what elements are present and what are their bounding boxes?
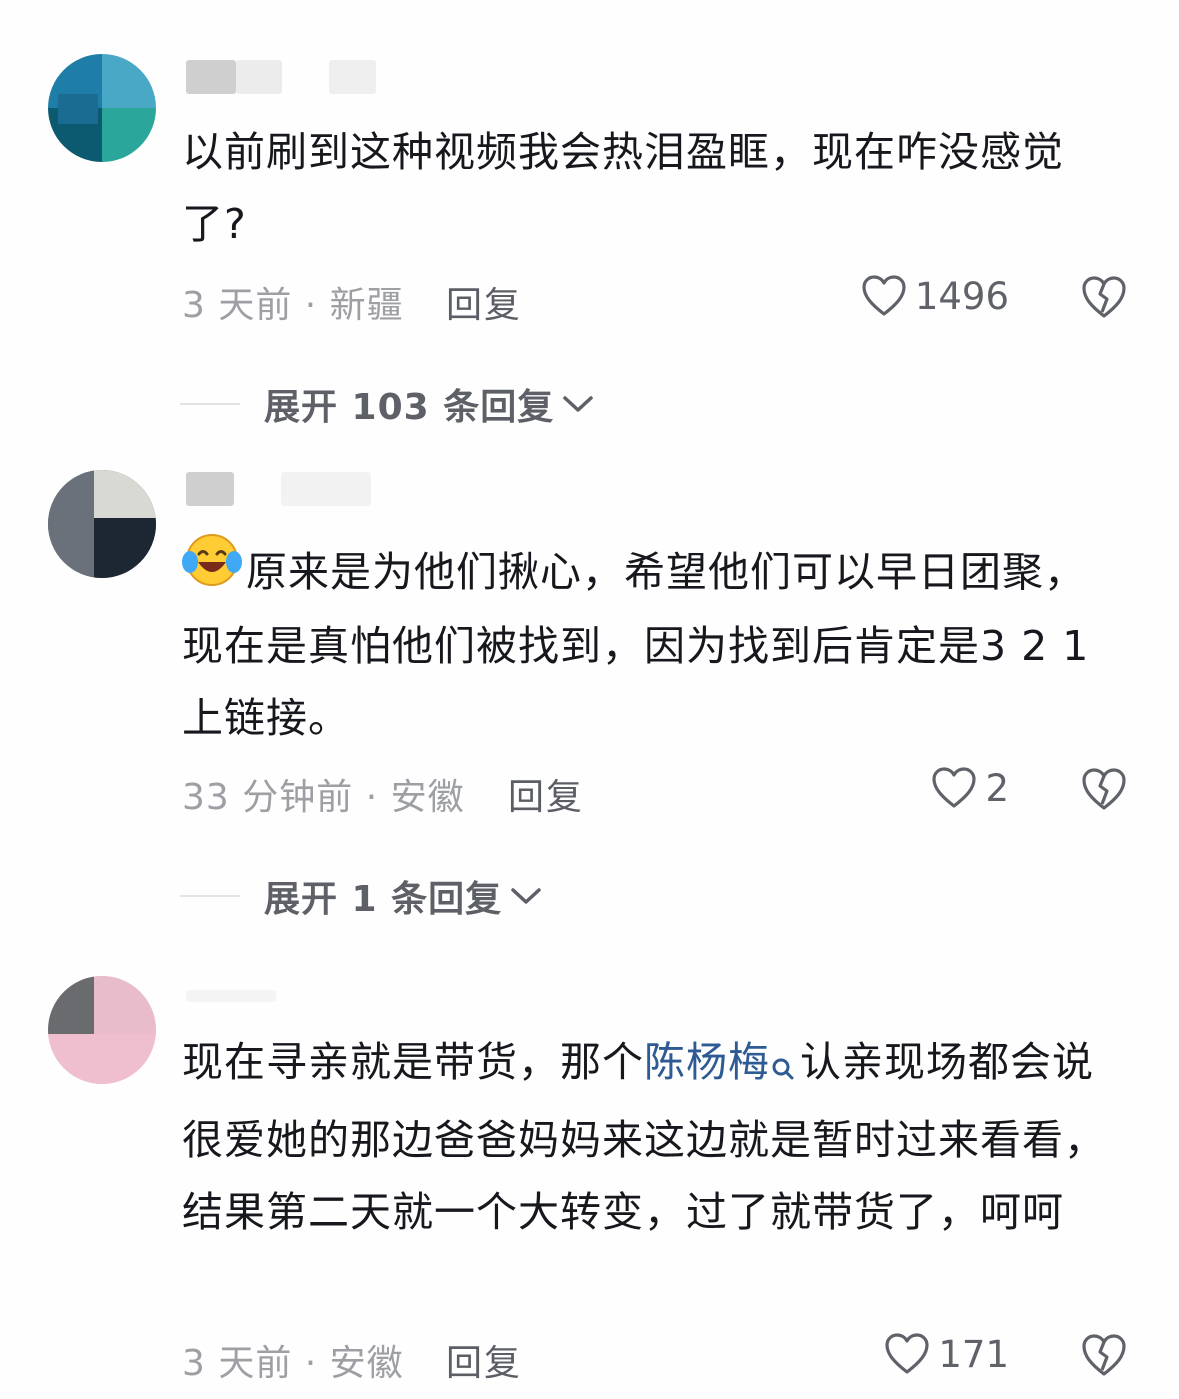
divider-line — [180, 895, 240, 897]
heart-icon — [862, 275, 906, 316]
avatar[interactable] — [48, 54, 156, 162]
search-icon[interactable] — [770, 1032, 796, 1104]
reply-button[interactable]: 回复 — [446, 276, 522, 328]
expand-replies-button[interactable]: 展开 103 条回复 — [180, 378, 594, 430]
like-count: 1496 — [914, 274, 1009, 318]
like-count: 2 — [985, 766, 1009, 810]
reply-button[interactable]: 回复 — [508, 768, 584, 820]
divider-line — [180, 403, 240, 405]
dislike-button[interactable] — [1080, 274, 1128, 324]
avatar[interactable] — [48, 976, 156, 1084]
dislike-button[interactable] — [1080, 766, 1128, 816]
expand-label: 展开 103 条回复 — [264, 387, 555, 428]
like-button[interactable]: 2 — [931, 766, 1009, 810]
like-count: 171 — [938, 1332, 1009, 1376]
comment-meta: 33 分钟前 · 安徽 — [182, 777, 465, 818]
reply-button[interactable]: 回复 — [446, 1334, 522, 1386]
like-button[interactable]: 1496 — [861, 274, 1009, 318]
like-button[interactable]: 171 — [884, 1332, 1009, 1376]
heart-icon — [932, 767, 977, 808]
broken-heart-icon — [1082, 1334, 1126, 1376]
avatar[interactable] — [48, 470, 156, 578]
broken-heart-icon — [1082, 768, 1126, 810]
chevron-down-icon — [563, 396, 593, 412]
comment-text: 现在寻亲就是带货，那个陈杨梅 认亲现场都会说很爱她的那边爸爸妈妈来这边就是暂时过… — [182, 1026, 1127, 1248]
expand-label: 展开 1 条回复 — [264, 879, 503, 920]
comment-meta: 3 天前 · 新疆 — [182, 285, 404, 326]
dislike-button[interactable] — [1080, 1332, 1128, 1382]
heart-icon — [885, 1333, 929, 1374]
comment-text: 以前刷到这种视频我会热泪盈眶，现在咋没感觉了? — [182, 128, 1064, 248]
search-link[interactable]: 陈杨梅 — [644, 1038, 770, 1086]
comment-text-before: 现在寻亲就是带货，那个 — [182, 1038, 644, 1086]
laughing-crying-emoji — [182, 532, 242, 610]
expand-replies-button[interactable]: 展开 1 条回复 — [180, 870, 542, 922]
comment-text: 原来是为他们揪心，希望他们可以早日团聚，现在是真怕他们被找到，因为找到后肯定是3… — [182, 534, 1127, 754]
broken-heart-icon — [1082, 276, 1126, 318]
comment-text-body: 原来是为他们揪心，希望他们可以早日团聚，现在是真怕他们被找到，因为找到后肯定是3… — [182, 548, 1090, 742]
chevron-down-icon — [511, 888, 541, 904]
comment-meta: 3 天前 · 安徽 — [182, 1343, 404, 1384]
